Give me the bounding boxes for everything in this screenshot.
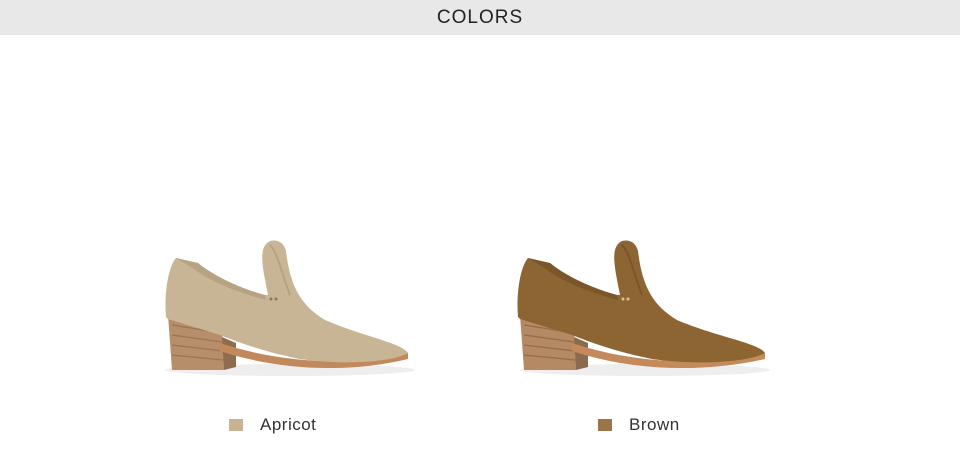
color-swatch-apricot [229, 419, 243, 431]
color-label-brown: Brown [629, 415, 680, 434]
shoe-apricot-illustration [165, 240, 415, 376]
color-option-brown[interactable]: Brown [598, 414, 680, 436]
color-option-apricot[interactable]: Apricot [229, 414, 316, 436]
color-label-apricot: Apricot [260, 415, 317, 434]
color-options-page: COLORS Apricot Brown [0, 0, 960, 472]
color-swatch-brown [598, 419, 612, 431]
page-title: COLORS [436, 6, 524, 28]
product-image-apricot[interactable] [150, 225, 430, 385]
shoe-brown-illustration [517, 240, 770, 376]
header-bar: COLORS [0, 0, 960, 35]
product-image-brown[interactable] [505, 225, 785, 385]
